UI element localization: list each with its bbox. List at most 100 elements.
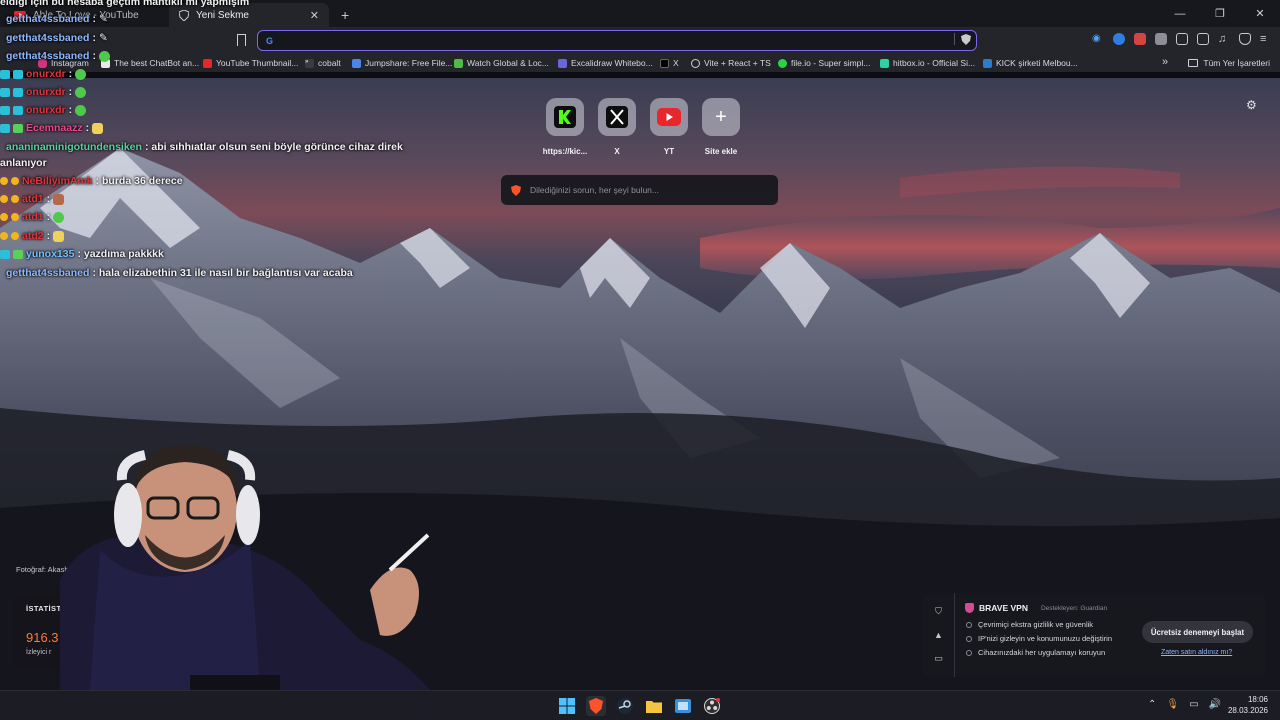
tab-label: Yeni Sekme [196,9,249,21]
green-emote-icon [98,50,110,62]
top-site-youtube[interactable]: YT [648,98,690,156]
chat-message: yunox135: yazdıma pakkkk [0,248,164,260]
vpn-promo-card: ⛉ ▲ ▭ BRAVE VPN Destekleyen: Guardian Çe… [923,593,1266,677]
chat-message: getthat4ssbaned: ✎ [6,32,108,44]
windows-start-icon[interactable] [557,696,577,716]
already-purchased-link[interactable]: Zaten satın aldınız mı? [1161,649,1232,656]
webcam-overlay [60,445,430,690]
bookmark-hitbox[interactable]: hitbox.io - Official Si... [880,58,975,68]
bookmark-excalidraw[interactable]: Excalidraw Whitebo... [558,58,653,68]
search-input[interactable] [530,185,760,195]
green-emote-icon [53,211,65,223]
top-site-label: Site ekle [704,147,738,156]
top-site-x[interactable]: X [596,98,638,156]
maximize-icon[interactable]: ❐ [1200,0,1240,27]
chat-message: atd1: [0,193,65,205]
globe-icon [691,58,700,68]
app-blue-icon[interactable] [673,696,693,716]
badge-icon [11,195,19,203]
start-trial-button[interactable]: Ücretsiz denemeyi başlat [1142,621,1253,643]
clock-date: 28.03.2026 [1227,706,1268,715]
badge-icon [0,177,8,185]
extension-gray-icon[interactable] [1155,33,1167,45]
x-icon [606,106,628,128]
plus-icon: + [715,105,727,128]
extension-puzzle-icon[interactable] [1176,33,1188,45]
watch-icon [454,58,463,68]
badge-icon [0,195,8,203]
excalidraw-icon [558,58,567,68]
vpn-shield-icon[interactable]: ⛉ [935,606,942,617]
bookmark-chatbot[interactable]: The best ChatBot an... [101,58,199,68]
chat-message: atd2: [0,230,65,242]
brave-shields-icon[interactable] [961,33,971,45]
bookmark-youtube-thumbnail[interactable]: YouTube Thumbnail... [203,58,298,68]
taskbar-apps [557,696,722,716]
jumpshare-icon [352,58,361,68]
top-site-label: X [614,147,620,156]
badge-icon [0,213,8,221]
vpn-feature: IP'nizi gizleyin ve konumunuzu değiştiri… [966,634,1112,643]
badge-icon [13,69,23,79]
chevron-up-icon[interactable]: ⌃ [1148,699,1156,710]
new-tab-button[interactable]: + [341,7,349,23]
badge-icon [0,232,8,240]
bookmark-jumpshare[interactable]: Jumpshare: Free File... [352,58,452,68]
chat-message: getthat4ssbaned: hala elizabethin 31 ile… [6,267,353,279]
gear-icon[interactable]: ⚙ [1246,98,1257,112]
fileio-icon [778,58,787,68]
clock[interactable]: 18:06 28.03.2026 [1228,694,1268,716]
chevron-more-icon[interactable]: » [1162,56,1168,68]
kick-icon [554,106,576,128]
top-sites: https://kic... X YT + Site ekle [543,98,742,156]
taskbar: ⌃ 🎙 ▭ 🔊 18:06 28.03.2026 [0,690,1280,720]
shield-icon [179,9,189,21]
close-icon[interactable]: ✕ [310,9,319,22]
badge-icon [13,87,23,97]
chat-message: onurxdr: [0,68,87,80]
music-icon[interactable]: ♫ [1218,33,1230,45]
network-icon[interactable]: ▭ [1189,699,1198,710]
yellow-emote-icon [92,122,104,134]
bookmark-icon[interactable] [237,34,246,46]
volume-icon[interactable]: 🔊 [1209,699,1221,710]
device-icon[interactable]: ▭ [934,653,943,664]
sidebar-icon[interactable] [1197,33,1209,45]
bookmark-watch[interactable]: Watch Global & Loc... [454,58,549,68]
extension-blue-icon[interactable] [1113,33,1125,45]
extension-red-icon[interactable] [1134,33,1146,45]
green-emote-icon [75,104,87,116]
steam-icon[interactable] [615,696,635,716]
badge-icon [0,105,10,115]
audio-icon[interactable]: ◉ [1092,33,1104,45]
bookmark-kick-melbourne[interactable]: KICK şirketi Melbou... [983,58,1078,68]
green-emote-icon [75,68,87,80]
chat-message: getthat4ssbaned: ✎ [6,13,108,25]
microphone-icon[interactable]: 🎙 [1166,699,1179,710]
add-site-button[interactable]: + Site ekle [700,98,742,156]
chat-message: onurxdr: [0,86,87,98]
file-explorer-icon[interactable] [644,696,664,716]
badge-icon [0,69,10,79]
bookmark-cobalt[interactable]: » cobalt [305,58,341,68]
bookmark-vite[interactable]: Vite + React + TS [691,58,771,68]
bookmark-x[interactable]: X [660,58,679,68]
badge-icon [0,249,10,259]
search-box[interactable] [501,175,778,205]
minimize-icon[interactable]: — [1160,0,1200,27]
close-window-icon[interactable]: ✕ [1240,0,1280,27]
address-input[interactable] [281,35,881,46]
check-icon [966,621,972,628]
bookmark-fileio[interactable]: file.io - Super simpl... [778,58,870,68]
warning-icon[interactable]: ▲ [934,630,943,640]
chat-message: ananinaminigotundensiken: abi sıhhıatlar… [6,141,403,153]
menu-icon[interactable]: ≡ [1260,33,1272,45]
vpn-icon[interactable] [1239,33,1251,45]
window-controls: — ❐ ✕ [1160,0,1280,27]
top-site-kick[interactable]: https://kic... [543,98,587,156]
chat-message: atd1: [0,211,65,223]
address-bar[interactable]: G [257,30,977,51]
all-bookmarks-button[interactable]: Tüm Yer İşaretleri [1188,58,1270,68]
obs-icon[interactable] [702,696,722,716]
brave-browser-icon[interactable] [586,696,606,716]
